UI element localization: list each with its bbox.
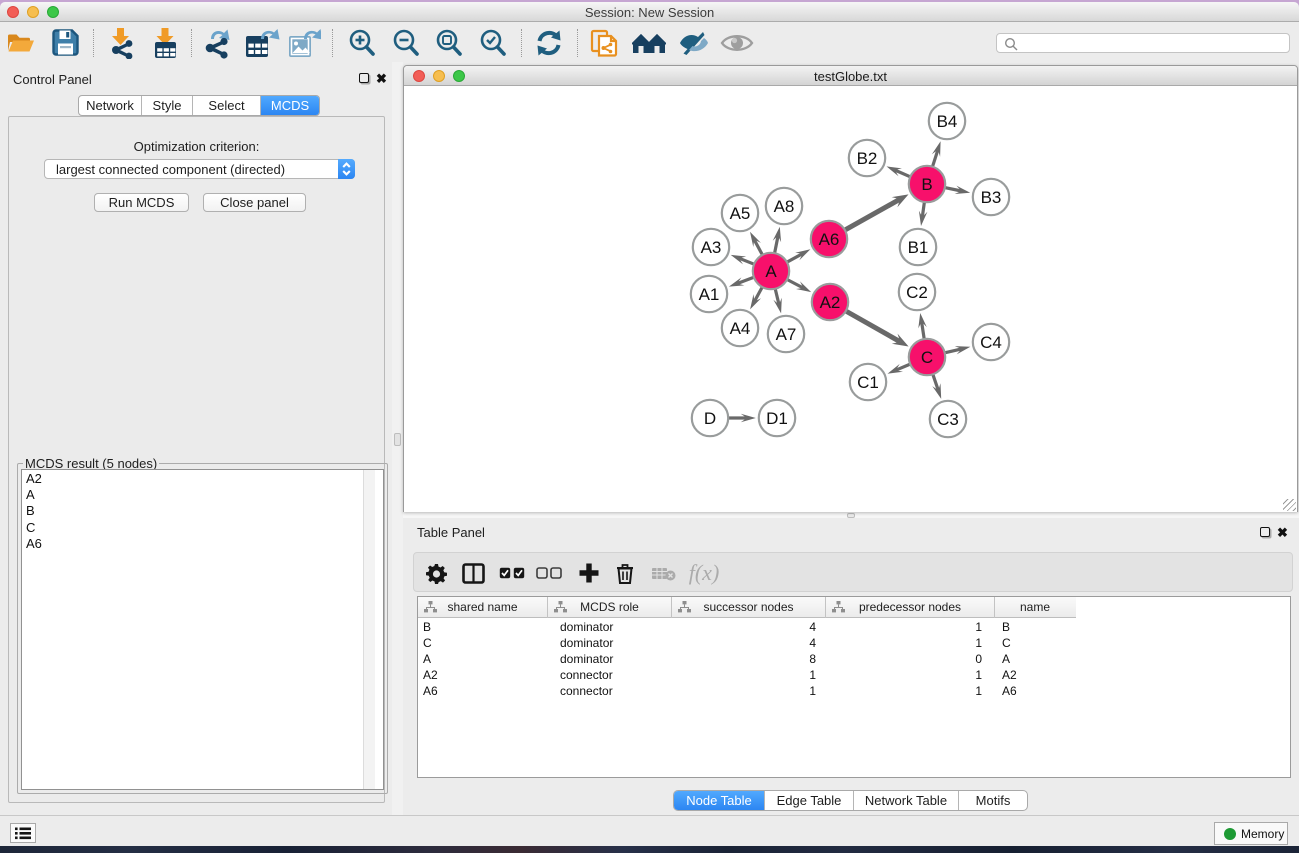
svg-text:A4: A4 [730,319,751,338]
svg-text:A6: A6 [819,230,840,249]
svg-text:A5: A5 [730,204,751,223]
svg-text:A3: A3 [701,238,722,257]
svg-text:A8: A8 [774,197,795,216]
svg-text:D1: D1 [766,409,788,428]
svg-text:A: A [765,262,777,281]
svg-text:C3: C3 [937,410,959,429]
svg-text:C1: C1 [857,373,879,392]
svg-text:B4: B4 [937,112,958,131]
svg-text:B1: B1 [908,238,929,257]
svg-text:A1: A1 [699,285,720,304]
svg-text:C4: C4 [980,333,1002,352]
svg-text:C: C [921,348,933,367]
svg-text:B3: B3 [981,188,1002,207]
svg-text:D: D [704,409,716,428]
svg-text:A2: A2 [820,293,841,312]
svg-text:C2: C2 [906,283,928,302]
svg-text:A7: A7 [776,325,797,344]
svg-text:B2: B2 [857,149,878,168]
svg-text:B: B [921,175,932,194]
